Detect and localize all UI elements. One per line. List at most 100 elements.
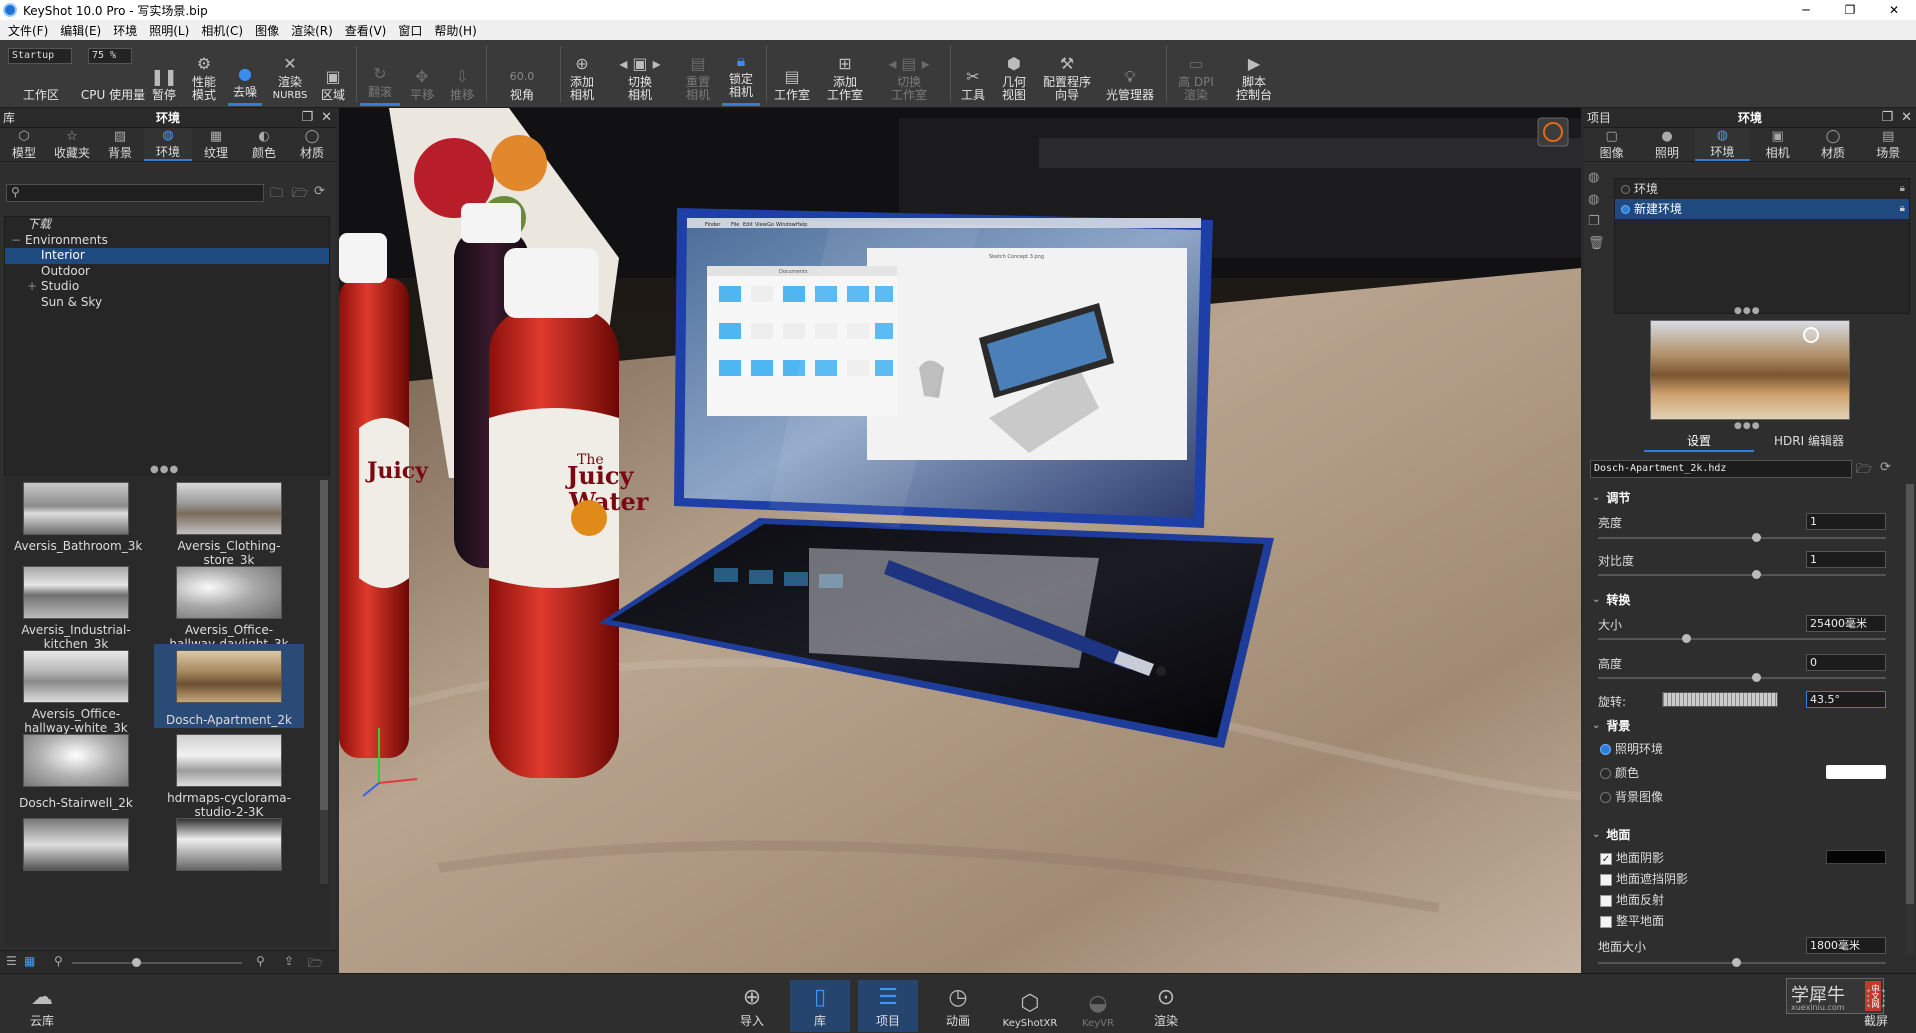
tab-camera[interactable]: ▣ 相机 [1750, 128, 1805, 161]
scrollbar[interactable] [320, 480, 328, 884]
render-viewport[interactable]: The Juicy Water Juicy Finder File Edit V… [339, 108, 1581, 973]
refresh-icon[interactable]: ⟳ [1880, 460, 1891, 475]
collapse-icon[interactable]: − [11, 233, 21, 249]
tree-item-environments[interactable]: − Environments [5, 233, 329, 249]
pan-button[interactable]: ✥ 平移 [404, 44, 440, 106]
script-console-button[interactable]: ▶ 脚本 控制台 [1228, 44, 1280, 106]
add-camera-button[interactable]: ⊕ 添加 相机 [564, 44, 600, 106]
keyshotxr-button[interactable]: ⬡ KeyShotXR [998, 980, 1062, 1032]
open-folder-icon[interactable]: 🗁︎ [308, 954, 323, 975]
thumbnail-item[interactable]: Aversis_Office-hallway-daylight_3k [167, 566, 291, 651]
keyvr-button[interactable]: ◒ KeyVR [1068, 980, 1128, 1032]
menu-lighting[interactable]: 照明(L) [143, 22, 195, 39]
brightness-field[interactable]: 1 [1806, 513, 1886, 530]
dolly-button[interactable]: ⇩ 推移 [444, 44, 480, 106]
tree-item-interior[interactable]: Interior [5, 248, 329, 264]
menu-window[interactable]: 窗口 [392, 22, 428, 39]
section-adjust[interactable]: ⌄ 调节 [1584, 488, 1916, 506]
radio-button[interactable] [1600, 744, 1611, 755]
tab-colors[interactable]: ◐ 颜色 [240, 128, 288, 161]
zoom-out-icon[interactable]: ⚲ [54, 954, 63, 968]
geometry-view-button[interactable]: ⬢ 几何 视图 [996, 44, 1032, 106]
trash-icon[interactable]: 🗑︎ [1588, 236, 1608, 258]
upload-icon[interactable]: ⇪ [284, 954, 294, 968]
thumbnail-item[interactable] [14, 818, 138, 878]
add-folder-icon[interactable]: 🗁︎ [292, 184, 308, 206]
performance-mode-button[interactable]: ⚙ 性能 模式 [186, 44, 222, 106]
size-slider[interactable] [1598, 634, 1886, 643]
grid-view-icon[interactable]: ▦ [24, 954, 35, 968]
menu-image[interactable]: 图像 [249, 22, 285, 39]
tree-item-outdoor[interactable]: Outdoor [5, 264, 329, 280]
menu-render[interactable]: 渲染(R) [285, 22, 339, 39]
close-button[interactable]: ✕ [1872, 0, 1916, 20]
bg-option-color[interactable]: 颜色 [1584, 764, 1916, 782]
tab-models[interactable]: ⬡ 模型 [0, 128, 48, 161]
thumbnail-item[interactable]: hdrmaps-cyclorama-studio-2-3K [167, 734, 291, 819]
maximize-button[interactable]: ❐ [1828, 0, 1872, 20]
switch-camera-button[interactable]: ◂ ▣ ▸ 切换 相机 [612, 44, 668, 106]
ground-shadow-row[interactable]: ✓ 地面阴影 [1584, 849, 1916, 867]
render-button[interactable]: ⊙ 渲染 [1136, 980, 1196, 1032]
splitter-handle[interactable]: ●●● [1734, 421, 1761, 431]
workspace-button[interactable]: 工作区 [14, 44, 68, 106]
refresh-icon[interactable]: ⟳ [314, 184, 325, 199]
tab-environment[interactable]: ◍ 环境 [1694, 128, 1750, 161]
tumble-button[interactable]: ↻ 翻滚 [360, 44, 400, 106]
brightness-slider[interactable] [1598, 533, 1886, 542]
flatten-ground-row[interactable]: 整平地面 [1584, 912, 1916, 930]
background-color-swatch[interactable] [1826, 765, 1886, 779]
region-button[interactable]: ▣ 区域 [316, 44, 350, 106]
environment-globe-icon[interactable] [1538, 118, 1568, 146]
duplicate-environment-icon[interactable]: ◍ [1588, 192, 1608, 214]
section-ground[interactable]: ⌄ 地面 [1584, 825, 1916, 843]
tab-environments[interactable]: ◍ 环境 [144, 128, 192, 161]
project-button[interactable]: ☰ 项目 [858, 980, 918, 1032]
tab-backgrounds[interactable]: ▨ 背景 [96, 128, 144, 161]
checkbox-checked[interactable]: ✓ [1600, 852, 1612, 865]
checkbox[interactable] [1600, 894, 1612, 907]
tab-favorites[interactable]: ☆ 收藏夹 [48, 128, 96, 161]
thumbnail-item-selected[interactable]: Dosch-Apartment_2k [154, 644, 304, 728]
menu-file[interactable]: 文件(F) [2, 22, 54, 39]
hdr-file-field[interactable]: Dosch-Apartment_2k.hdz [1590, 460, 1852, 478]
contrast-field[interactable]: 1 [1806, 551, 1886, 568]
thumbnail-item[interactable]: Dosch-Stairwell_2k [14, 734, 138, 818]
add-studio-button[interactable]: ⊞ 添加 工作室 [820, 44, 870, 106]
library-button[interactable]: ▯ 库 [790, 980, 850, 1032]
new-environment-icon[interactable]: ◍ [1588, 170, 1608, 192]
lock-icon[interactable]: 🔒︎ [1900, 199, 1905, 219]
height-field[interactable]: 0 [1806, 654, 1886, 671]
radio-button[interactable] [1600, 768, 1611, 779]
checkbox[interactable] [1600, 873, 1612, 886]
bg-option-image[interactable]: 背景图像 [1584, 788, 1916, 806]
hdri-preview-image[interactable] [1650, 320, 1850, 420]
tab-material[interactable]: ◯ 材质 [1805, 128, 1860, 161]
close-panel-icon[interactable]: ✕ [1901, 110, 1912, 125]
environment-radio[interactable] [1621, 205, 1630, 214]
menu-environment[interactable]: 环境 [107, 22, 143, 39]
tree-item-downloads[interactable]: 下载 [5, 217, 329, 233]
reset-camera-button[interactable]: ▤ 重置 相机 [678, 44, 718, 106]
contrast-slider[interactable] [1598, 570, 1886, 579]
folder-icon[interactable]: 🗀︎ [270, 184, 283, 206]
sun-marker-icon[interactable] [1803, 327, 1819, 343]
field-of-view-control[interactable]: 60.0 视角 [490, 44, 554, 106]
copy-icon[interactable]: ❐ [1588, 214, 1608, 236]
tree-item-sun-sky[interactable]: Sun & Sky [5, 295, 329, 311]
bg-option-lighting[interactable]: 照明环境 [1584, 740, 1916, 758]
switch-studio-button[interactable]: ◂ ▤ ▸ 切换 工作室 [876, 44, 942, 106]
rotation-field[interactable]: 43.5° [1806, 691, 1886, 708]
list-view-icon[interactable]: ☰ [6, 954, 17, 968]
thumbnail-size-slider[interactable] [72, 958, 242, 967]
subtab-hdri-editor[interactable]: HDRI 编辑器 [1754, 432, 1864, 452]
close-panel-icon[interactable]: ✕ [321, 110, 332, 125]
tools-button[interactable]: ✂ 工具 [956, 44, 990, 106]
thumbnail-item[interactable] [167, 818, 291, 878]
fov-value[interactable]: 60.0 [492, 66, 552, 86]
light-manager-button[interactable]: 💡︎ 光管理器 [1102, 44, 1158, 106]
render-nurbs-button[interactable]: ✕ 渲染 NURBS [268, 44, 312, 106]
ground-occlusion-row[interactable]: 地面遮挡阴影 [1584, 870, 1916, 888]
shadow-color-swatch[interactable] [1826, 850, 1886, 864]
undock-icon[interactable]: ❐ [1881, 110, 1893, 125]
